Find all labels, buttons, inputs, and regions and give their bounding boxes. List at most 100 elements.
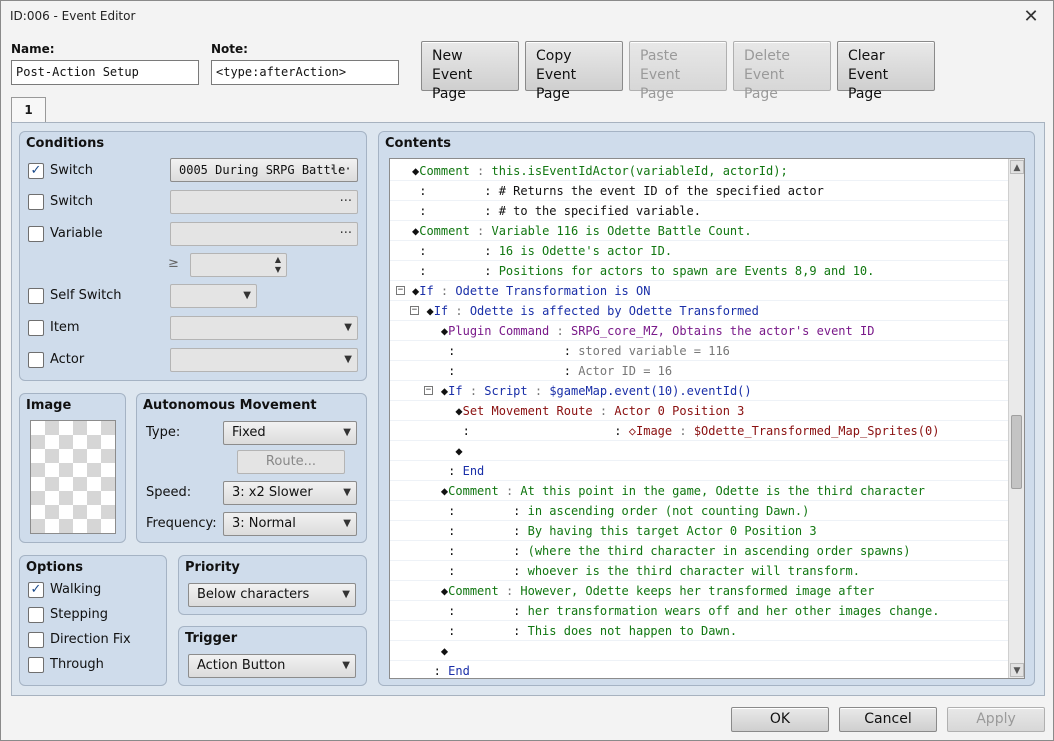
cancel-button[interactable]: Cancel bbox=[839, 707, 937, 732]
command-row[interactable]: : : 16 is Odette's actor ID. bbox=[390, 241, 1009, 261]
actor-dropdown[interactable]: ▼ bbox=[170, 348, 358, 372]
stepping-label: Stepping bbox=[50, 607, 108, 622]
command-row[interactable]: ◆Comment : However, Odette keeps her tra… bbox=[390, 581, 1009, 601]
name-field[interactable]: Post-Action Setup bbox=[11, 60, 199, 85]
command-text: : bbox=[469, 424, 629, 438]
row-indent bbox=[412, 424, 455, 438]
command-row[interactable]: ◆Comment : this.isEventIdActor(variableI… bbox=[390, 161, 1009, 181]
command-text: Set Movement Route bbox=[462, 404, 593, 418]
command-row[interactable]: : : Positions for actors to spawn are Ev… bbox=[390, 261, 1009, 281]
walking-checkbox[interactable]: ✓ bbox=[28, 582, 44, 598]
trigger-dropdown[interactable]: Action Button ▼ bbox=[188, 654, 356, 678]
scroll-down-icon[interactable]: ▼ bbox=[1010, 663, 1024, 677]
collapse-icon[interactable]: − bbox=[396, 286, 405, 295]
command-text: in ascending order (not counting Dawn.) bbox=[527, 504, 810, 518]
command-row[interactable]: : : ◇Image : $Odette_Transformed_Map_Spr… bbox=[390, 421, 1009, 441]
command-row[interactable]: : : her transformation wears off and her… bbox=[390, 601, 1009, 621]
command-row[interactable]: − ◆If : Script : $gameMap.event(10).even… bbox=[390, 381, 1009, 401]
scroll-up-icon[interactable]: ▲ bbox=[1010, 160, 1024, 174]
priority-group: Priority Below characters ▼ bbox=[178, 555, 367, 615]
frequency-dropdown[interactable]: 3: Normal ▼ bbox=[223, 512, 357, 536]
command-text: : bbox=[426, 664, 449, 678]
command-row[interactable]: ◆Comment : At this point in the game, Od… bbox=[390, 481, 1009, 501]
actor-label: Actor bbox=[50, 352, 85, 367]
command-row[interactable]: ◆ bbox=[390, 441, 1009, 461]
button-line: Event Page bbox=[432, 67, 473, 102]
delete-event-page-button[interactable]: Delete Event Page bbox=[733, 41, 831, 102]
route-button[interactable]: Route... bbox=[237, 450, 345, 474]
switch2-checkbox[interactable] bbox=[28, 194, 44, 210]
command-row[interactable]: ◆Set Movement Route : Actor 0 Position 3 bbox=[390, 401, 1009, 421]
chevron-down-icon: ▼ bbox=[343, 427, 351, 438]
self-switch-dropdown[interactable]: ▼ bbox=[170, 284, 257, 308]
speed-value: 3: x2 Slower bbox=[232, 485, 313, 500]
direction-fix-checkbox[interactable] bbox=[28, 632, 44, 648]
command-row[interactable]: : : Actor ID = 16 bbox=[390, 361, 1009, 381]
item-checkbox[interactable] bbox=[28, 320, 44, 336]
switch2-selector[interactable]: ··· bbox=[170, 190, 358, 214]
switch1-checkbox[interactable]: ✓ bbox=[28, 163, 44, 179]
event-command-list[interactable]: ◆ Comment : this.isEventIdActor(variableI… bbox=[389, 158, 1025, 679]
command-row[interactable]: − ◆If : Odette is affected by Odette Tra… bbox=[390, 301, 1009, 321]
command-text: $gameMap.event(10).eventId() bbox=[549, 384, 752, 398]
priority-dropdown[interactable]: Below characters ▼ bbox=[188, 583, 356, 607]
button-line: Event Page bbox=[536, 67, 577, 102]
command-row[interactable]: : : in ascending order (not counting Daw… bbox=[390, 501, 1009, 521]
command-row[interactable]: : : stored variable = 116 bbox=[390, 341, 1009, 361]
copy-event-page-button[interactable]: Copy Event Page bbox=[525, 41, 623, 102]
chevron-down-icon: ▼ bbox=[344, 354, 352, 365]
variable-selector[interactable]: ··· bbox=[170, 222, 358, 246]
frequency-label: Frequency: bbox=[146, 516, 217, 531]
command-row[interactable]: − ◆If : Odette Transformation is ON bbox=[390, 281, 1009, 301]
through-checkbox[interactable] bbox=[28, 657, 44, 673]
command-row[interactable]: ◆Plugin Command : SRPG_core_MZ, Obtains … bbox=[390, 321, 1009, 341]
command-row[interactable]: : : whoever is the third character will … bbox=[390, 561, 1009, 581]
command-text: : bbox=[412, 204, 427, 218]
command-text: : bbox=[440, 364, 456, 378]
image-preview[interactable] bbox=[30, 420, 116, 534]
clear-event-page-button[interactable]: Clear Event Page bbox=[837, 41, 935, 102]
command-row[interactable]: ◆ bbox=[390, 641, 1009, 661]
apply-button[interactable]: Apply bbox=[947, 707, 1045, 732]
close-icon[interactable]: ✕ bbox=[1019, 5, 1043, 29]
ok-button[interactable]: OK bbox=[731, 707, 829, 732]
new-event-page-button[interactable]: New Event Page bbox=[421, 41, 519, 102]
tab-page-1[interactable]: 1 bbox=[11, 97, 46, 123]
command-row[interactable]: : : By having this target Actor 0 Positi… bbox=[390, 521, 1009, 541]
actor-checkbox[interactable] bbox=[28, 352, 44, 368]
self-switch-checkbox[interactable] bbox=[28, 288, 44, 304]
command-row[interactable]: : End bbox=[390, 461, 1009, 481]
type-label: Type: bbox=[146, 425, 181, 440]
command-text: If bbox=[448, 384, 463, 398]
type-dropdown[interactable]: Fixed ▼ bbox=[223, 421, 357, 445]
command-text: : bbox=[469, 224, 492, 238]
command-row[interactable]: ◆Comment : Variable 116 is Odette Battle… bbox=[390, 221, 1009, 241]
scroll-thumb[interactable] bbox=[1011, 415, 1022, 489]
command-text: Comment bbox=[419, 164, 470, 178]
command-text: Variable 116 is Odette Battle Count. bbox=[491, 224, 752, 238]
command-text: : bbox=[455, 524, 528, 538]
command-row[interactable]: : : # to the specified variable. bbox=[390, 201, 1009, 221]
command-text: : bbox=[527, 384, 550, 398]
command-row[interactable]: : : # Returns the event ID of the specif… bbox=[390, 181, 1009, 201]
command-text: : bbox=[426, 184, 499, 198]
image-group: Image bbox=[19, 393, 126, 543]
note-field[interactable]: <type:afterAction> bbox=[211, 60, 399, 85]
speed-dropdown[interactable]: 3: x2 Slower ▼ bbox=[223, 481, 357, 505]
stepping-checkbox[interactable] bbox=[28, 607, 44, 623]
command-row[interactable]: : : (where the third character in ascend… bbox=[390, 541, 1009, 561]
item-dropdown[interactable]: ▼ bbox=[170, 316, 358, 340]
paste-event-page-button[interactable]: Paste Event Page bbox=[629, 41, 727, 102]
command-row[interactable]: : End bbox=[390, 661, 1009, 678]
row-indent bbox=[412, 484, 441, 498]
variable-value-stepper[interactable]: ▲ ▼ bbox=[190, 253, 287, 277]
contents-scrollbar[interactable]: ▲ ▼ bbox=[1008, 159, 1024, 678]
command-row[interactable]: : : This does not happen to Dawn. bbox=[390, 621, 1009, 641]
switch1-selector[interactable]: 0005 During SRPG Battle ··· bbox=[170, 158, 358, 182]
variable-checkbox[interactable] bbox=[28, 226, 44, 242]
command-text: : bbox=[440, 344, 456, 358]
command-text: : bbox=[469, 164, 492, 178]
collapse-icon[interactable]: − bbox=[424, 386, 433, 395]
button-line: Paste bbox=[640, 48, 678, 64]
collapse-icon[interactable]: − bbox=[410, 306, 419, 315]
